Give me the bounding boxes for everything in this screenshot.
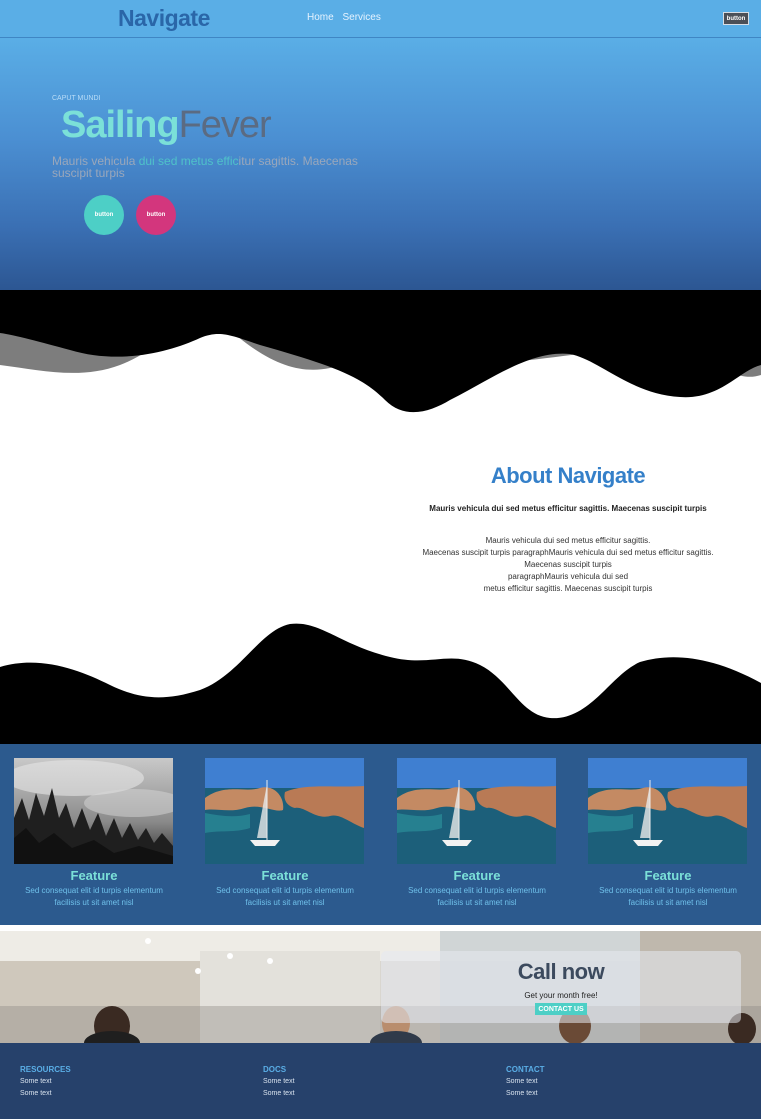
hero-kicker: CAPUT MUNDI: [52, 95, 101, 102]
feature-card: Feature Sed consequat elit id turpis ele…: [14, 758, 174, 909]
footer-heading: CONTACT: [506, 1065, 545, 1074]
hero-subtitle-highlight: dui sed metus effic: [138, 154, 239, 168]
footer-link[interactable]: Some text: [20, 1088, 71, 1100]
feature-desc: Sed consequat elit id turpis elementum f…: [25, 886, 163, 907]
sailboat-image: [397, 758, 556, 864]
hero-section: CAPUT MUNDI SailingFever Mauris vehicula…: [0, 38, 761, 291]
hero-title-part1: Sailing: [61, 104, 180, 146]
feature-image-sailboat-cove: [588, 758, 747, 864]
wave-divider-top: [0, 290, 761, 420]
about-body-line: Maecenas suscipit turpis paragraphMauris…: [422, 548, 714, 557]
nav-links: Home Services: [307, 12, 387, 23]
contact-us-button[interactable]: CONTACT US: [535, 1003, 587, 1015]
footer-link[interactable]: Some text: [263, 1088, 295, 1100]
about-body-line: paragraphMauris vehicula dui sed: [507, 572, 629, 581]
hero-title: SailingFever: [61, 104, 272, 147]
about-body-line: metus efficitur sagittis. Maecenas susci…: [483, 584, 653, 593]
footer: RESOURCES Some text Some text DOCS Some …: [0, 1043, 761, 1119]
hero-button-pink[interactable]: button: [136, 195, 176, 235]
about-body-line: Maecenas suscipit turpis: [524, 560, 612, 569]
about-body-line: Mauris vehicula dui sed metus efficitur …: [485, 536, 651, 545]
about-lead: Mauris vehicula dui sed metus efficitur …: [429, 504, 707, 513]
footer-link[interactable]: Some text: [506, 1076, 545, 1088]
call-subtitle: Get your month free!: [524, 991, 598, 1000]
hero-button-teal[interactable]: button: [84, 195, 124, 235]
footer-link[interactable]: Some text: [263, 1076, 295, 1088]
nav-button[interactable]: button: [723, 12, 749, 25]
footer-column-resources: RESOURCES Some text Some text: [20, 1064, 71, 1100]
footer-heading: DOCS: [263, 1065, 287, 1074]
sailboat-image: [205, 758, 364, 864]
hero-title-part2: Fever: [178, 104, 272, 146]
nav-link-home[interactable]: Home: [307, 12, 334, 23]
feature-image-sailboat-cove: [205, 758, 364, 864]
feature-title: Feature: [644, 868, 692, 883]
feature-desc: Sed consequat elit id turpis elementum f…: [408, 886, 546, 907]
feature-image-sailboat-cove: [397, 758, 556, 864]
call-now-card: Call now Get your month free! CONTACT US: [381, 951, 741, 1023]
feature-image-misty-forest: [14, 758, 173, 864]
call-title: Call now: [517, 959, 605, 984]
footer-link[interactable]: Some text: [506, 1088, 545, 1100]
feature-desc: Sed consequat elit id turpis elementum f…: [216, 886, 354, 907]
sailboat-image: [588, 758, 747, 864]
brand-logo[interactable]: Navigate: [118, 5, 210, 32]
feature-title: Feature: [453, 868, 501, 883]
features-section: Feature Sed consequat elit id turpis ele…: [0, 744, 761, 925]
about-title: About Navigate: [490, 463, 646, 488]
feature-title: Feature: [70, 868, 118, 883]
hero-subtitle: Mauris vehicula dui sed metus efficitur …: [52, 155, 392, 179]
feature-card: Feature Sed consequat elit id turpis ele…: [397, 758, 557, 909]
forest-image: [14, 758, 173, 864]
footer-link[interactable]: Some text: [20, 1076, 71, 1088]
feature-title: Feature: [261, 868, 309, 883]
wave-divider-bottom: [0, 623, 761, 745]
feature-card: Feature Sed consequat elit id turpis ele…: [205, 758, 365, 909]
footer-heading: RESOURCES: [20, 1065, 71, 1074]
feature-card: Feature Sed consequat elit id turpis ele…: [588, 758, 748, 909]
footer-column-docs: DOCS Some text Some text: [263, 1064, 295, 1100]
nav-link-services[interactable]: Services: [342, 12, 380, 23]
about-body: Mauris vehicula dui sed metus efficitur …: [418, 535, 718, 595]
footer-column-contact: CONTACT Some text Some text: [506, 1064, 545, 1100]
feature-desc: Sed consequat elit id turpis elementum f…: [599, 886, 737, 907]
top-navbar: Navigate Home Services button: [0, 0, 761, 38]
